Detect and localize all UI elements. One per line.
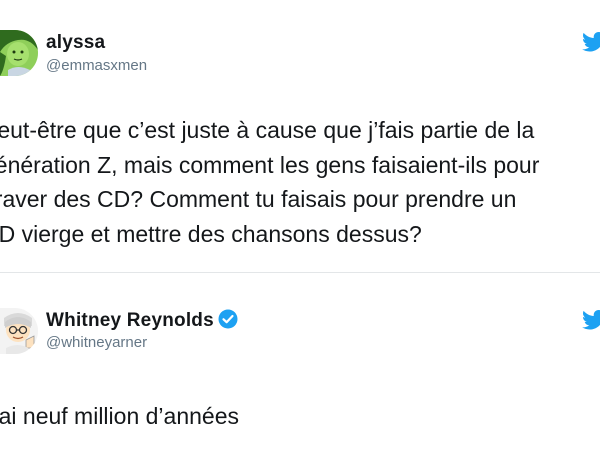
verified-badge-icon bbox=[218, 309, 238, 335]
username-handle[interactable]: @whitneyarner bbox=[46, 334, 147, 351]
avatar-image bbox=[0, 308, 38, 354]
tweet-card[interactable]: Whitney Reynolds @whitneyarner J’ai neuf… bbox=[0, 273, 600, 450]
tweet-text-line: génération Z, mais comment les gens fais… bbox=[0, 151, 540, 178]
twitter-bird-icon[interactable] bbox=[582, 310, 600, 330]
avatar[interactable] bbox=[0, 308, 38, 354]
twitter-bird-icon[interactable] bbox=[582, 32, 600, 52]
tweet-text: Peut-être que c’est juste à cause que j’… bbox=[0, 113, 600, 251]
avatar[interactable] bbox=[0, 30, 38, 76]
display-name-text[interactable]: Whitney Reynolds bbox=[46, 310, 214, 331]
tweet-text-line: CD vierge et mettre des chansons dessus? bbox=[0, 220, 422, 247]
tweet-screenshot: alyssa @emmasxmen Peut-être que c’est ju… bbox=[0, 0, 600, 450]
avatar-image bbox=[0, 30, 38, 76]
tweet-text-line: Peut-être que c’est juste à cause que j’… bbox=[0, 117, 535, 143]
display-name[interactable]: alyssa bbox=[46, 32, 105, 54]
username-handle[interactable]: @emmasxmen bbox=[46, 57, 147, 74]
tweet-text: J’ai neuf million d’années bbox=[0, 399, 600, 434]
tweet-text-line: graver des CD? Comment tu faisais pour p… bbox=[0, 186, 517, 212]
display-name[interactable]: Whitney Reynolds bbox=[46, 309, 238, 335]
tweet-text-line: J’ai neuf million d’années bbox=[0, 403, 239, 429]
tweet-card[interactable]: alyssa @emmasxmen Peut-être que c’est ju… bbox=[0, 0, 600, 272]
